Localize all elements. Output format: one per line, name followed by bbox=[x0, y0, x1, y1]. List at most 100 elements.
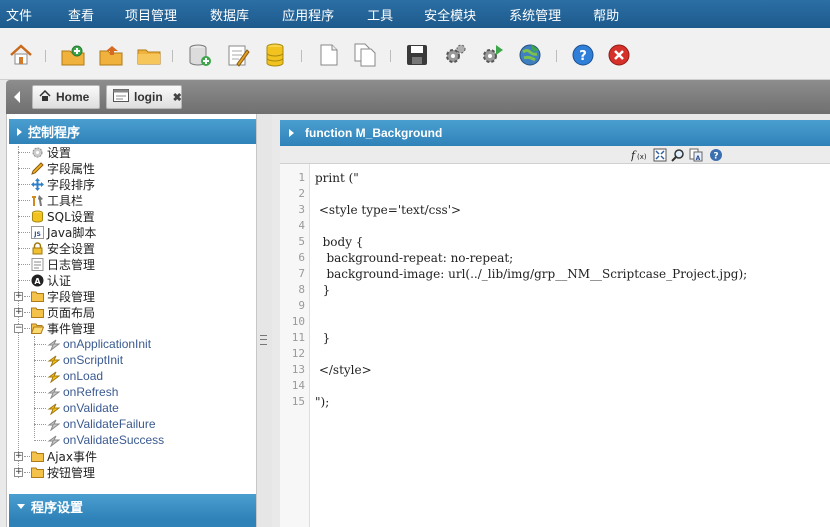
menu-database[interactable]: 数据库 bbox=[177, 5, 249, 24]
run-settings-icon[interactable] bbox=[479, 42, 505, 68]
tree-event-on-refresh[interactable]: onRefresh bbox=[47, 384, 118, 400]
tree-folder-field-management[interactable]: 字段管理 bbox=[31, 288, 95, 304]
folder-icon bbox=[31, 306, 44, 319]
tree-item-field-order[interactable]: 字段排序 bbox=[31, 176, 95, 192]
tree-event-on-load[interactable]: onLoad bbox=[47, 368, 103, 384]
open-folder-icon bbox=[30, 322, 45, 335]
tree-folder-label: Ajax事件 bbox=[47, 449, 97, 464]
line-number: 2 bbox=[298, 187, 305, 200]
replace-icon[interactable]: A bbox=[689, 148, 703, 162]
tree-item-javascript[interactable]: JS Java脚本 bbox=[31, 224, 96, 240]
toolbar-separator bbox=[172, 50, 173, 62]
tree-item-settings[interactable]: 设置 bbox=[31, 144, 71, 160]
collapse-toggle[interactable]: − bbox=[14, 324, 23, 333]
tools-icon bbox=[31, 194, 44, 207]
tab-home[interactable]: Home bbox=[32, 85, 100, 109]
expand-toggle[interactable]: + bbox=[14, 308, 23, 317]
close-icon[interactable] bbox=[606, 42, 632, 68]
splitter-grip-icon[interactable] bbox=[260, 335, 267, 345]
line-number: 8 bbox=[298, 283, 305, 296]
tree-item-sql-settings[interactable]: SQL设置 bbox=[31, 208, 95, 224]
copy-document-icon[interactable] bbox=[352, 42, 378, 68]
control-tree-panel: 控制程序 设置 字段属性 字段排序 工具栏 SQL设置 JS Java脚本 安全… bbox=[6, 114, 256, 527]
expand-toggle[interactable]: + bbox=[14, 452, 23, 461]
tree-item-label: 字段排序 bbox=[47, 177, 96, 192]
menu-application[interactable]: 应用程序 bbox=[249, 5, 334, 24]
toolbar-separator bbox=[45, 50, 46, 62]
tree-folder-button-management[interactable]: 按钮管理 bbox=[31, 464, 95, 480]
help-icon[interactable]: ? bbox=[570, 42, 596, 68]
line-number-gutter: 1 2 3 4 5 6 7 8 9 10 11 12 13 14 15 bbox=[280, 164, 310, 527]
tree-event-label: onScriptInit bbox=[63, 353, 124, 367]
menu-tools[interactable]: 工具 bbox=[334, 5, 393, 24]
menu-system[interactable]: 系统管理 bbox=[476, 5, 561, 24]
menu-view[interactable]: 查看 bbox=[32, 5, 94, 24]
publish-icon[interactable] bbox=[517, 42, 543, 68]
save-icon[interactable] bbox=[404, 42, 430, 68]
new-project-icon[interactable] bbox=[60, 42, 86, 68]
line-number: 10 bbox=[291, 315, 305, 328]
tree-event-on-validate[interactable]: onValidate bbox=[47, 400, 119, 416]
log-icon bbox=[31, 257, 44, 271]
move-arrows-icon bbox=[31, 177, 44, 191]
tree-event-label: onRefresh bbox=[63, 385, 119, 399]
tab-scroll-left-icon[interactable] bbox=[14, 91, 20, 103]
toolbar-separator bbox=[556, 50, 557, 62]
tree-folder-event-management[interactable]: 事件管理 bbox=[30, 320, 96, 336]
home-icon[interactable] bbox=[8, 42, 34, 68]
tab-label: login bbox=[134, 90, 163, 104]
tab-login[interactable]: login ✖ bbox=[106, 85, 182, 109]
menu-help[interactable]: 帮助 bbox=[561, 5, 619, 24]
settings-icon[interactable] bbox=[442, 42, 468, 68]
tree-item-authentication[interactable]: A 认证 bbox=[31, 272, 71, 288]
database-icon[interactable] bbox=[262, 42, 288, 68]
folder-icon[interactable] bbox=[136, 42, 162, 68]
panel-title: 程序设置 bbox=[31, 501, 84, 516]
fullscreen-icon[interactable] bbox=[653, 148, 667, 162]
tree-item-security-settings[interactable]: 安全设置 bbox=[31, 240, 95, 256]
open-project-icon[interactable] bbox=[98, 42, 124, 68]
panel-splitter[interactable] bbox=[256, 114, 272, 527]
tree-item-field-properties[interactable]: 字段属性 bbox=[31, 160, 95, 176]
main-toolbar: ? bbox=[0, 28, 830, 80]
menu-file[interactable]: 文件 bbox=[0, 5, 32, 24]
tree-event-on-script-init[interactable]: onScriptInit bbox=[47, 352, 123, 368]
panel-header-control[interactable]: 控制程序 bbox=[9, 119, 256, 144]
menu-security[interactable]: 安全模块 bbox=[393, 5, 476, 24]
tab-label: Home bbox=[56, 90, 90, 104]
expand-toggle[interactable]: + bbox=[14, 468, 23, 477]
form-icon bbox=[113, 89, 129, 105]
tree-folder-label: 事件管理 bbox=[47, 321, 96, 336]
function-icon[interactable]: f (x) bbox=[630, 148, 647, 162]
code-line: <style type='text/css'> bbox=[315, 203, 462, 217]
tree-item-log-management[interactable]: 日志管理 bbox=[31, 256, 95, 272]
tree-event-label: onValidateSuccess bbox=[63, 433, 165, 447]
panel-title: 控制程序 bbox=[28, 126, 81, 141]
search-icon[interactable] bbox=[671, 148, 685, 162]
new-document-icon[interactable] bbox=[316, 42, 342, 68]
tree-event-on-validate-success[interactable]: onValidateSuccess bbox=[47, 432, 164, 448]
edit-connection-icon[interactable] bbox=[225, 42, 251, 68]
close-tab-icon[interactable]: ✖ bbox=[173, 91, 182, 104]
menu-project[interactable]: 项目管理 bbox=[94, 5, 177, 24]
svg-text:JS: JS bbox=[33, 231, 41, 238]
svg-text:(x): (x) bbox=[637, 153, 647, 161]
line-number: 7 bbox=[298, 267, 305, 280]
expand-toggle[interactable]: + bbox=[14, 292, 23, 301]
panel-header-app-settings[interactable]: 程序设置 bbox=[9, 494, 256, 519]
new-connection-icon[interactable] bbox=[187, 42, 213, 68]
tree-item-toolbar[interactable]: 工具栏 bbox=[31, 192, 83, 208]
code-editor: function M_Background f(x) A ? 1 2 3 4 bbox=[280, 120, 830, 527]
tree-event-on-validate-failure[interactable]: onValidateFailure bbox=[47, 416, 156, 432]
line-number: 5 bbox=[298, 235, 305, 248]
tree-folder-ajax-events[interactable]: Ajax事件 bbox=[31, 448, 97, 464]
tree-event-on-application-init[interactable]: onApplicationInit bbox=[47, 336, 151, 352]
editor-title: function M_Background bbox=[305, 126, 443, 140]
tree-line bbox=[34, 336, 35, 438]
tree-item-label: 认证 bbox=[47, 273, 72, 288]
help-icon[interactable]: ? bbox=[709, 148, 723, 162]
tree-folder-label: 页面布局 bbox=[47, 305, 96, 320]
line-number: 12 bbox=[291, 347, 305, 360]
arrow-right-icon bbox=[289, 129, 294, 137]
tree-folder-page-layout[interactable]: 页面布局 bbox=[31, 304, 95, 320]
